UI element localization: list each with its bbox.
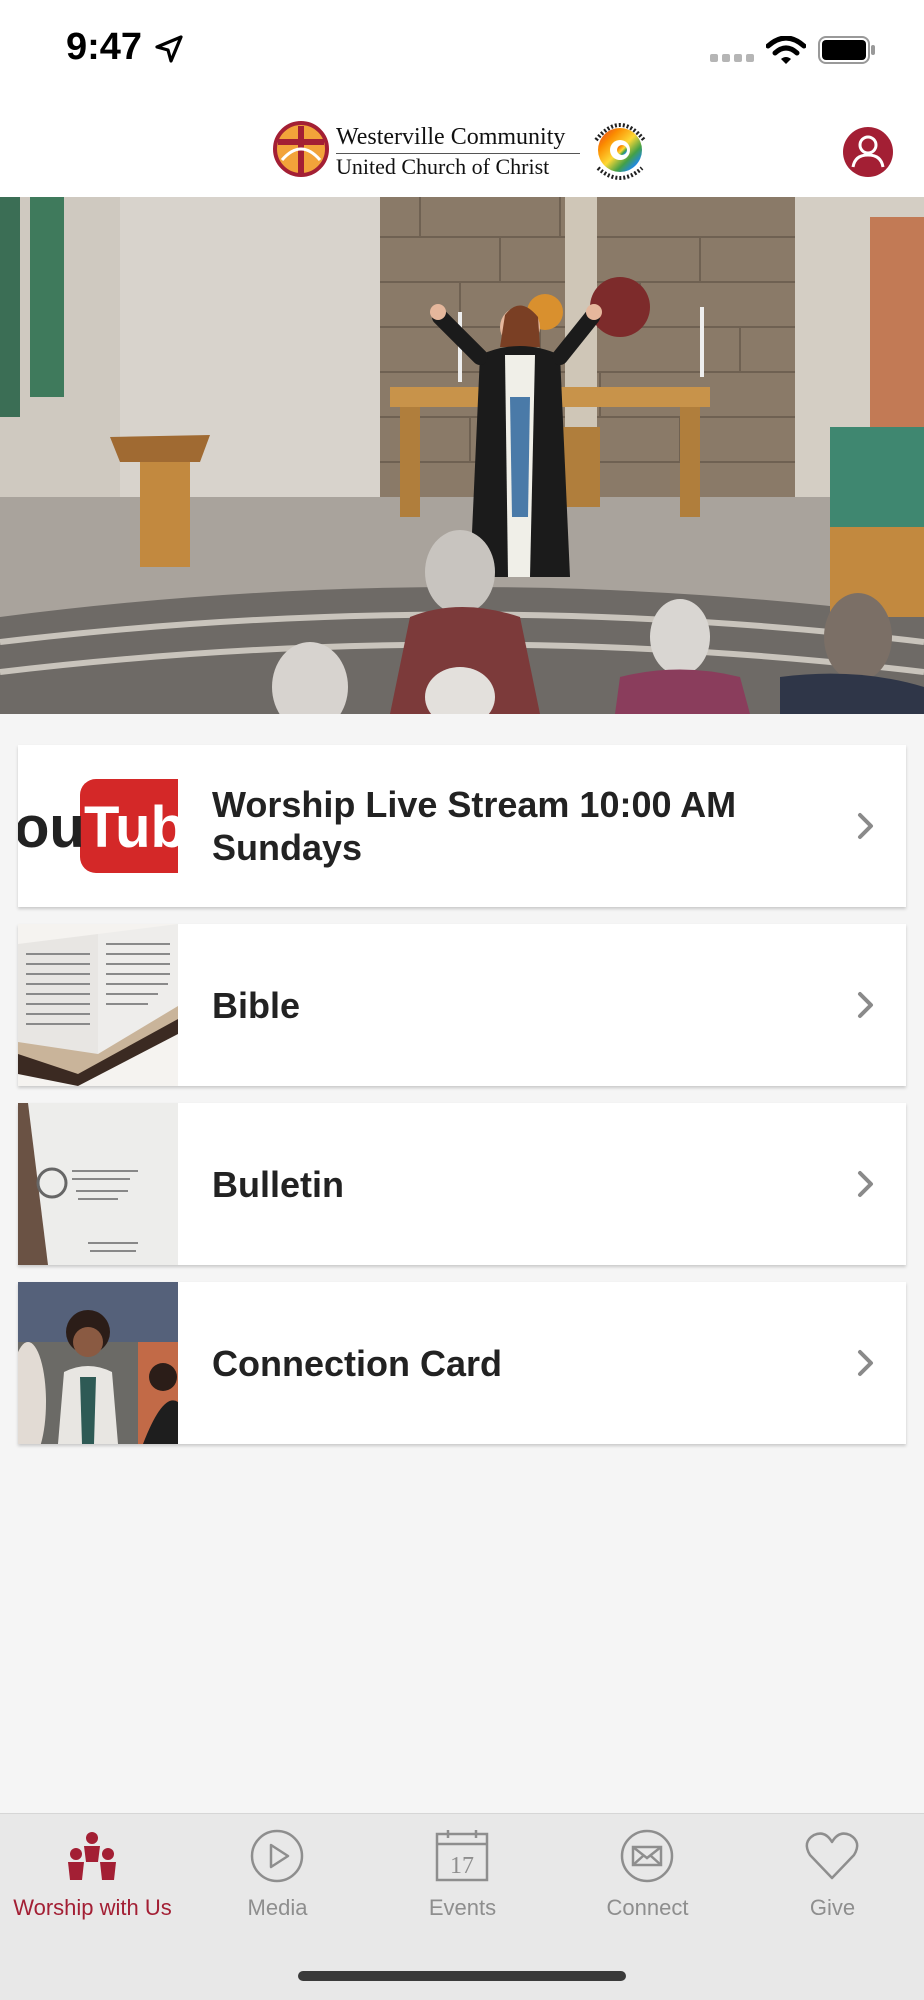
location-arrow-icon bbox=[155, 35, 183, 63]
list-item-label: Connection Card bbox=[212, 1342, 503, 1384]
tab-give[interactable]: Give bbox=[740, 1814, 924, 1934]
status-time: 9:47 bbox=[66, 26, 143, 68]
tab-label: Give bbox=[809, 1895, 856, 1920]
connection-card-thumbnail bbox=[18, 1282, 178, 1444]
play-icon bbox=[250, 1829, 304, 1883]
list-item-connection-card[interactable]: Connection Card bbox=[18, 1282, 906, 1444]
app-header: Westerville Community United Church of C… bbox=[0, 100, 924, 197]
chevron-right-icon bbox=[858, 1171, 873, 1197]
mail-icon bbox=[620, 1829, 674, 1883]
church-logo: Westerville Community United Church of C… bbox=[272, 108, 652, 188]
worship-scene-image bbox=[0, 197, 924, 714]
heart-icon bbox=[805, 1832, 859, 1880]
tab-label: Events bbox=[428, 1895, 497, 1920]
youtube-thumbnail: ou Tub bbox=[18, 745, 178, 907]
cellular-signal-icon bbox=[710, 54, 754, 62]
list-item-bible[interactable]: Bible bbox=[18, 924, 906, 1086]
list-item-label: Bulletin bbox=[212, 1163, 344, 1205]
logo-line-1: Westerville Community bbox=[336, 124, 566, 150]
wifi-icon bbox=[766, 36, 806, 64]
bible-thumbnail bbox=[18, 924, 178, 1086]
tab-label: Worship with Us bbox=[13, 1895, 172, 1920]
profile-icon[interactable] bbox=[842, 126, 894, 178]
list-item-label: Worship Live Stream 10:00 AM Sundays bbox=[212, 784, 737, 868]
tab-label: Connect bbox=[606, 1895, 689, 1920]
svg-text:Tub: Tub bbox=[84, 795, 178, 860]
open-affirming-badge-icon bbox=[594, 123, 646, 180]
tab-connect[interactable]: Connect bbox=[555, 1814, 740, 1934]
tab-events[interactable]: 17 Events bbox=[370, 1814, 555, 1934]
chevron-right-icon bbox=[858, 813, 873, 839]
chevron-right-icon bbox=[858, 992, 873, 1018]
hero-worship-photo bbox=[0, 197, 924, 714]
bulletin-thumbnail bbox=[18, 1103, 178, 1265]
cross-emblem-icon bbox=[273, 121, 329, 177]
tab-label: Media bbox=[247, 1895, 308, 1920]
list-item-label: Bible bbox=[212, 984, 301, 1026]
home-indicator bbox=[298, 1971, 626, 1981]
svg-text:ou: ou bbox=[18, 795, 85, 860]
list-item-bulletin[interactable]: Bulletin bbox=[18, 1103, 906, 1265]
chevron-right-icon bbox=[858, 1350, 873, 1376]
logo-line-2: United Church of Christ bbox=[336, 154, 550, 179]
list-item-live-stream[interactable]: ou Tub Worship Live Stream 10:00 AM Sund… bbox=[18, 745, 906, 907]
calendar-icon: 17 bbox=[435, 1830, 489, 1882]
tab-media[interactable]: Media bbox=[185, 1814, 370, 1934]
tab-worship-with-us[interactable]: Worship with Us bbox=[0, 1814, 185, 1934]
battery-icon bbox=[818, 36, 875, 64]
people-icon bbox=[68, 1832, 116, 1880]
status-bar: 9:47 bbox=[0, 0, 924, 100]
calendar-day-number: 17 bbox=[450, 1853, 474, 1879]
